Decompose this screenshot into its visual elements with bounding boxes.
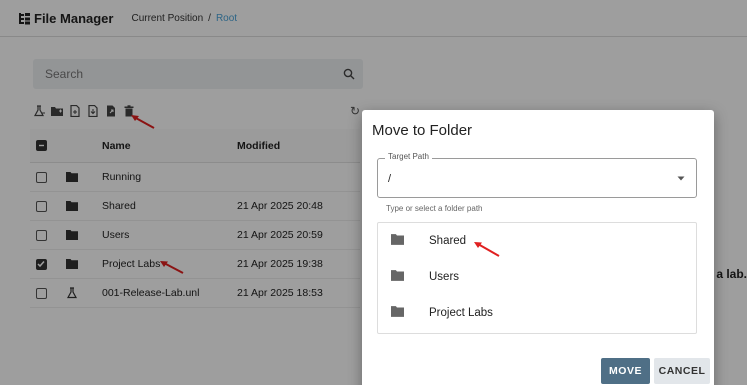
folder-icon	[391, 306, 404, 317]
folder-item-users[interactable]: Users	[378, 259, 696, 295]
target-path-value: /	[388, 173, 392, 185]
folder-item-shared[interactable]: Shared	[378, 223, 696, 259]
dialog-title: Move to Folder	[372, 122, 473, 139]
move-to-folder-dialog: Move to Folder Target Path / Type or sel…	[362, 110, 714, 385]
target-path-label: Target Path	[385, 152, 432, 161]
caret-down-icon[interactable]	[676, 173, 686, 183]
cancel-button[interactable]: CANCEL	[654, 358, 710, 384]
folder-icon	[391, 270, 404, 281]
folder-item-label: Project Labs	[429, 307, 493, 319]
target-path-helper: Type or select a folder path	[386, 204, 483, 213]
folder-item-project-labs[interactable]: Project Labs	[378, 295, 696, 331]
folder-icon	[391, 234, 404, 245]
folder-list: Shared Users Project Labs	[377, 222, 697, 334]
move-button[interactable]: MOVE	[601, 358, 650, 384]
folder-item-label: Shared	[429, 235, 467, 247]
annotation-arrow-folder	[474, 242, 500, 257]
target-path-select[interactable]: Target Path /	[377, 152, 697, 198]
folder-item-label: Users	[429, 271, 460, 283]
